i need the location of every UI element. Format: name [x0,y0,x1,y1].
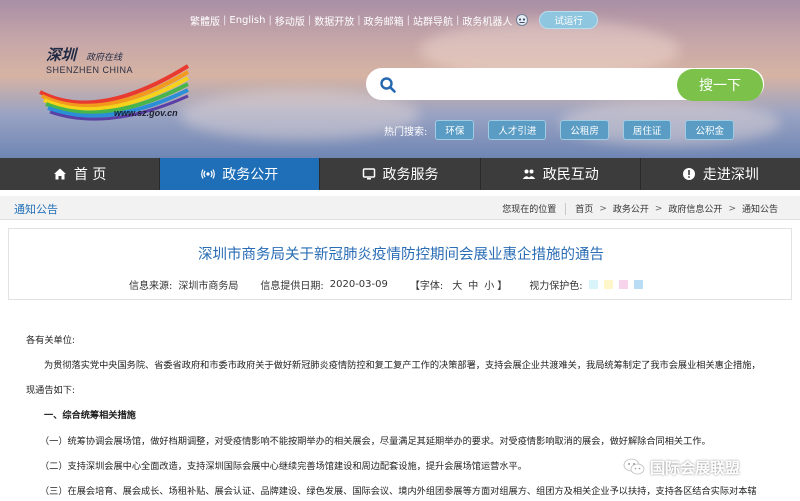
robot-icon[interactable] [515,13,529,27]
hot-tag-public-housing[interactable]: 公租房 [560,120,609,140]
trial-badge[interactable]: 试运行 [539,11,598,29]
article-header: 深圳市商务局关于新冠肺炎疫情防控期间会展业惠企措施的通告 信息来源: 深圳市商务… [8,228,792,300]
font-size-label: 【字体: [409,281,444,292]
wechat-icon [623,458,645,475]
source-value: 深圳市商务局 [178,281,239,292]
watermark-text: 国际会展联盟 [650,458,741,477]
nav-label: 政务公开 [222,167,279,183]
breadcrumb-item-gov-info[interactable]: 政府信息公开 [668,202,722,215]
home-icon [53,168,66,180]
watermark: 国际会展联盟 [622,455,740,479]
section-title[interactable]: 通知公告 [14,201,58,217]
section-heading: 一、综合统筹相关措施 [44,410,136,421]
vision-color-swatch[interactable] [588,280,598,289]
breadcrumb-item-home[interactable]: 首页 [575,202,593,215]
hot-search-label: 热门搜索: [384,126,428,138]
site-logo[interactable]: 深圳 政府在线 SHENZHEN CHINA www.sz.gov.cn [38,44,198,124]
font-size-small[interactable]: 小 [484,277,494,292]
top-link-robot[interactable]: 政务机器人 [462,13,512,28]
top-link-site-nav[interactable]: 站群导航 [413,13,453,28]
breadcrumb-separator-icon: > [599,203,607,214]
font-size-large[interactable]: 大 [452,277,462,292]
font-size-close: 】 [497,281,508,292]
top-link-traditional[interactable]: 繁體版 [190,13,220,28]
nav-label: 政民互动 [542,167,599,183]
hot-tag-residence-permit[interactable]: 居住证 [622,120,672,140]
top-link-gov-mail[interactable]: 政务邮箱 [364,13,404,28]
top-link-english[interactable]: English [229,15,265,26]
paragraph: （二）支持深圳会展中心全面改造，支持深圳国际会展中心继续完善场馆建设和周边配套设… [40,461,527,472]
paragraph: （一）统筹协调会展场馆，做好档期调整，对受疫情影响不能按期举办的相关展会，尽量满… [40,436,711,447]
search-input[interactable] [407,74,677,96]
breadcrumb: 您现在的位置 首页 > 政务公开 > 政府信息公开 > 通知公告 [502,202,778,215]
monitor-icon [362,168,375,180]
location-icon [682,168,695,180]
paragraph: （三）在展会培育、展会成长、场租补贴、展会认证、品牌建设、绿色发展、国际会议、境… [40,486,757,497]
nav-label: 政务服务 [382,167,439,183]
article-meta: 信息来源: 深圳市商务局 信息提供日期: 2020-03-09 【字体: 大 中… [129,277,643,292]
search-icon [380,77,396,93]
vision-color-swatch[interactable] [603,280,613,289]
people-icon [522,169,535,179]
vision-color-swatch[interactable] [618,280,628,289]
logo-cn-subtitle: 政府在线 [86,53,123,63]
paragraph: 为贯彻落实党中央国务院、省委省政府和市委市政府关于做好新冠肺炎疫情防控和复工复产… [44,360,761,371]
source-label: 信息来源: [129,281,173,292]
top-link-mobile[interactable]: 移动版 [275,13,305,28]
vision-color-swatch[interactable] [633,280,643,289]
search-box: 搜一下 [366,68,764,101]
breadcrumb-separator-icon: > [654,203,663,214]
site-header: 繁體版 | English | 移动版 | 数据开放 | 政务邮箱 | 站群导航 | 政务机… [0,0,800,158]
nav-item-gov-affairs[interactable]: 政务公开 [160,158,321,190]
logo-en-text: SHENZHEN CHINA [46,65,134,75]
date-value: 2020-03-09 [329,279,388,290]
article-title: 深圳市商务局关于新冠肺炎疫情防控期间会展业惠企措施的通告 [198,247,604,263]
hot-tag-environment[interactable]: 环保 [435,120,475,140]
breadcrumb-prefix: 您现在的位置 [502,205,557,215]
search-button[interactable]: 搜一下 [677,69,763,101]
nav-item-interaction[interactable]: 政民互动 [481,158,641,190]
date-label: 信息提供日期: [260,281,324,292]
breadcrumb-item-notices[interactable]: 通知公告 [742,202,778,215]
font-size-medium[interactable]: 中 [468,277,478,292]
nav-label: 首 页 [73,167,107,183]
logo-cn-title: 深圳 [46,46,77,64]
main-nav: 首 页 政务公开 政务服务 政民互动 走进深圳 [0,158,800,190]
nav-item-home[interactable]: 首 页 [0,158,161,190]
paragraph: 现通告如下: [26,385,76,396]
vision-label: 视力保护色: [529,281,583,292]
logo-url: www.sz.gov.cn [114,108,178,118]
nav-item-about-shenzhen[interactable]: 走进深圳 [641,158,800,190]
hot-tag-housing-fund[interactable]: 公积金 [685,120,734,140]
paragraph: 各有关单位: [26,335,76,346]
nav-label: 走进深圳 [702,167,759,183]
nav-item-services[interactable]: 政务服务 [320,158,481,190]
breadcrumb-bar: 通知公告 您现在的位置 首页 > 政务公开 > 政府信息公开 > 通知公告 [0,196,800,220]
breadcrumb-separator-icon: > [728,203,736,214]
top-links: 繁體版 | English | 移动版 | 数据开放 | 政务邮箱 | 站群导航 | 政务机… [190,11,598,29]
breadcrumb-item-gov-affairs[interactable]: 政务公开 [613,202,649,215]
top-link-open-data[interactable]: 数据开放 [314,13,354,28]
hot-search: 热门搜索: 环保 人才引进 公租房 居住证 公积金 [384,120,748,140]
broadcast-icon [201,169,216,179]
hot-tag-talent[interactable]: 人才引进 [488,120,547,140]
